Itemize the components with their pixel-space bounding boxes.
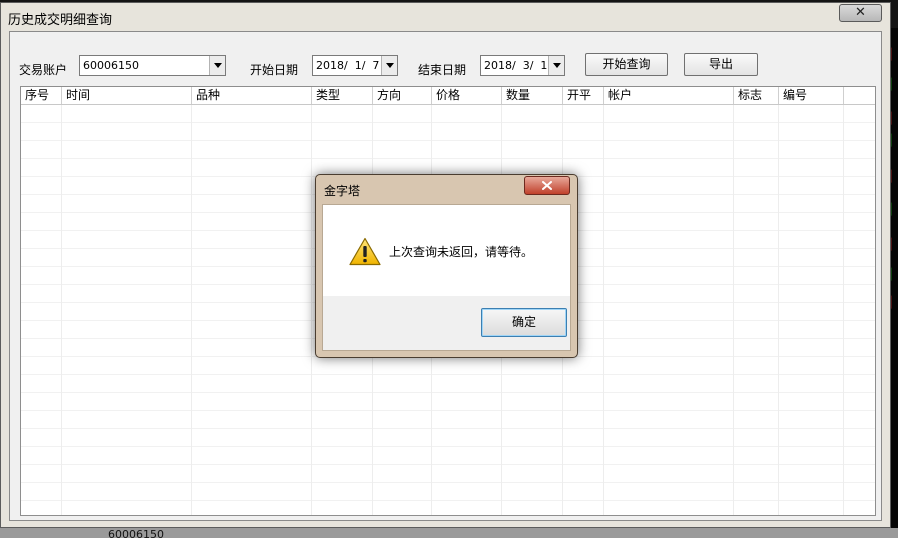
chevron-down-icon[interactable]	[548, 56, 564, 75]
column-header-quantity[interactable]: 数量	[502, 87, 563, 104]
warning-icon	[349, 237, 381, 266]
message-dialog: 金字塔 上次查询未返回，请等待。 确定	[315, 174, 578, 358]
start-date-label: 开始日期	[250, 63, 299, 77]
dialog-footer: 确定	[322, 296, 571, 351]
ok-button[interactable]: 确定	[481, 308, 567, 337]
column-header-flag[interactable]: 标志	[734, 87, 779, 104]
account-select[interactable]: 60006150	[79, 55, 226, 76]
dialog-message: 上次查询未返回，请等待。	[389, 245, 534, 259]
export-button[interactable]: 导出	[684, 53, 758, 76]
start-query-button[interactable]: 开始查询	[585, 53, 668, 76]
end-date-picker[interactable]: 2018/ 3/ 1	[480, 55, 565, 76]
column-header-account[interactable]: 帐户	[604, 87, 734, 104]
close-icon: ✕	[855, 5, 866, 20]
dialog-close-button[interactable]	[524, 176, 570, 195]
end-date-value: 2018/ 3/ 1	[484, 59, 548, 72]
background-account-text: 60006150	[108, 528, 164, 538]
column-header-type[interactable]: 类型	[312, 87, 373, 104]
column-header-time[interactable]: 时间	[62, 87, 192, 104]
column-header-seq[interactable]: 序号	[21, 87, 62, 104]
chevron-down-icon[interactable]	[209, 56, 225, 75]
column-header-instrument[interactable]: 品种	[192, 87, 312, 104]
chevron-down-icon[interactable]	[381, 56, 397, 75]
dialog-body: 上次查询未返回，请等待。	[322, 204, 571, 296]
start-date-value: 2018/ 1/ 7	[316, 59, 380, 72]
window-title: 历史成交明细查询	[8, 13, 113, 28]
column-header-price[interactable]: 价格	[432, 87, 502, 104]
column-header-open-close[interactable]: 开平	[563, 87, 604, 104]
dialog-title: 金字塔	[324, 184, 361, 198]
window-close-button[interactable]: ✕	[839, 4, 882, 22]
account-value: 60006150	[83, 59, 139, 72]
account-label: 交易账户	[19, 63, 68, 77]
column-header-number[interactable]: 编号	[779, 87, 844, 104]
column-header-direction[interactable]: 方向	[373, 87, 432, 104]
window-titlebar[interactable]: 历史成交明细查询 ✕	[1, 3, 890, 29]
end-date-label: 结束日期	[418, 63, 467, 77]
close-icon	[542, 181, 552, 190]
start-date-picker[interactable]: 2018/ 1/ 7	[312, 55, 398, 76]
list-header: 序号 时间 品种 类型 方向 价格 数量 开平 帐户 标志 编号	[21, 87, 875, 105]
background-status-bar: 60006150	[0, 528, 898, 538]
